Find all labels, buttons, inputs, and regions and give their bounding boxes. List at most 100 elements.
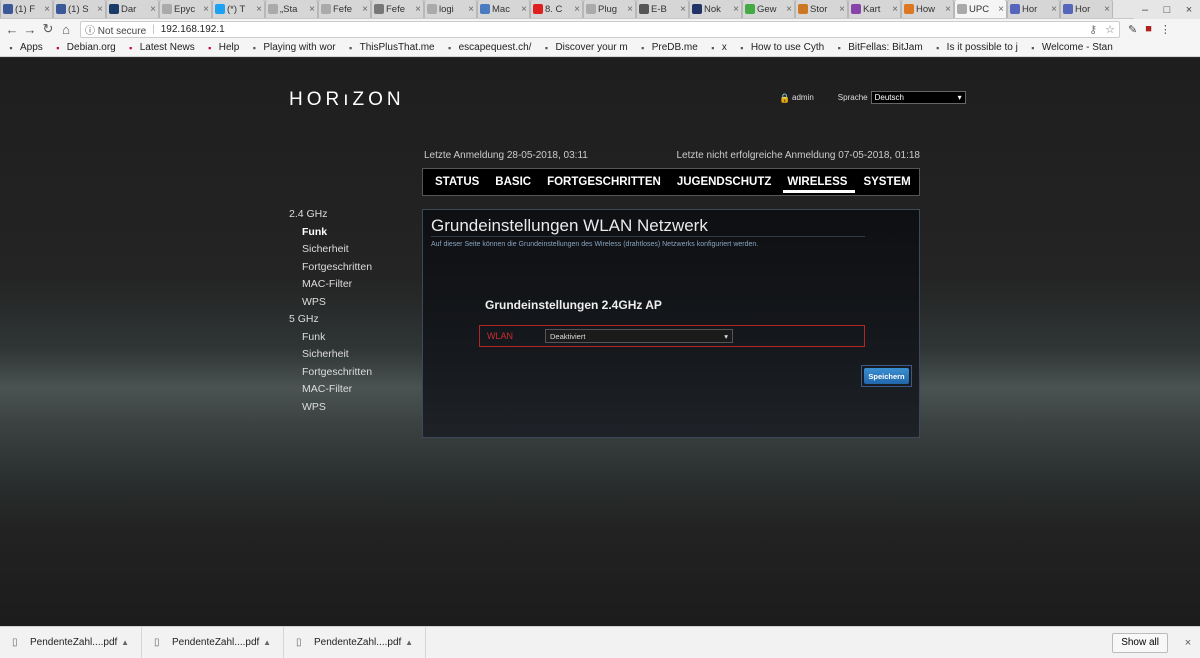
close-downloads-icon[interactable]: × [1176,637,1200,649]
tab-close-icon[interactable]: × [786,4,792,15]
browser-tab[interactable]: E-B × [636,0,689,18]
tab-close-icon[interactable]: × [468,4,474,15]
home-icon[interactable]: ⌂ [58,22,74,37]
tab-close-icon[interactable]: × [521,4,527,15]
tab-close-icon[interactable]: × [627,4,633,15]
tab-close-icon[interactable]: × [203,4,209,15]
save-button[interactable]: Speichern [864,368,909,384]
browser-tab[interactable]: (*) T × [212,0,265,18]
ublock-icon[interactable]: ■ [1145,23,1152,36]
key-icon[interactable]: ⚷ [1089,23,1097,36]
browser-tab[interactable]: UPC × [954,0,1007,18]
tab-close-icon[interactable]: × [839,4,845,15]
bookmark-item[interactable]: ▪ ThisPlusThat.me [346,42,435,53]
sidebar-item-funk[interactable]: Funk [289,224,372,242]
browser-tab[interactable]: Hor × [1060,0,1113,18]
bookmark-item[interactable]: ▪ Latest News [126,42,195,53]
nav-tab-basic[interactable]: BASIC [487,169,539,195]
download-item[interactable]: ▯ PendenteZahl....pdf ▲ [0,626,142,658]
nav-tab-fortgeschritten[interactable]: FORTGESCHRITTEN [539,169,669,195]
forward-icon[interactable]: → [22,22,38,37]
bookmark-item[interactable]: ▪ Is it possible to j [933,42,1018,53]
bookmark-item[interactable]: ▪ BitFellas: BitJam [834,42,923,53]
browser-tab[interactable]: Stor × [795,0,848,18]
tab-close-icon[interactable]: × [362,4,368,15]
tab-close-icon[interactable]: × [733,4,739,15]
tab-close-icon[interactable]: × [256,4,262,15]
browser-tab[interactable]: logi × [424,0,477,18]
browser-tab[interactable]: Nok × [689,0,742,18]
reload-icon[interactable]: ↻ [40,21,56,37]
sidebar-group-5ghz[interactable]: 5 GHz [289,311,372,329]
tab-close-icon[interactable]: × [97,4,103,15]
bookmark-item[interactable]: ▪ Discover your m [541,42,628,53]
bookmark-item[interactable]: ▪ PreDB.me [638,42,698,53]
tab-close-icon[interactable]: × [44,4,50,15]
extension-icon[interactable]: ✎ [1128,23,1137,36]
sidebar-group-2-4ghz[interactable]: 2.4 GHz [289,206,372,224]
download-item[interactable]: ▯ PendenteZahl....pdf ▲ [142,626,284,658]
chevron-up-icon[interactable]: ▲ [405,638,413,647]
menu-icon[interactable]: ⋮ [1160,23,1171,36]
back-icon[interactable]: ← [4,22,20,37]
browser-tab[interactable]: Fefe × [318,0,371,18]
wlan-select[interactable]: Deaktiviert ▾ [545,329,733,343]
sidebar-item-fortgeschritten[interactable]: Fortgeschritten [289,364,372,382]
bookmark-item[interactable]: ▪ How to use Cyth [737,42,824,53]
download-item[interactable]: ▯ PendenteZahl....pdf ▲ [284,626,426,658]
tab-close-icon[interactable]: × [574,4,580,15]
browser-tab[interactable]: (1) F × [0,0,53,18]
browser-tab[interactable]: Gew × [742,0,795,18]
sidebar-item-mac-filter[interactable]: MAC-Filter [289,276,372,294]
url-text[interactable]: 192.168.192.1 [161,24,225,35]
sidebar-item-wps[interactable]: WPS [289,399,372,417]
tab-close-icon[interactable]: × [892,4,898,15]
language-select[interactable]: Deutsch ▾ [870,91,966,104]
sidebar-item-mac-filter[interactable]: MAC-Filter [289,381,372,399]
tab-close-icon[interactable]: × [945,4,951,15]
bookmark-star-icon[interactable]: ☆ [1105,23,1115,36]
tab-close-icon[interactable]: × [1051,4,1057,15]
chevron-up-icon[interactable]: ▲ [263,638,271,647]
nav-tab-status[interactable]: STATUS [427,169,487,195]
browser-tab[interactable]: Dar × [106,0,159,18]
minimize-icon[interactable]: – [1134,4,1156,16]
tab-close-icon[interactable]: × [1104,4,1110,15]
browser-tab[interactable]: Hor × [1007,0,1060,18]
sidebar-item-fortgeschritten[interactable]: Fortgeschritten [289,259,372,277]
browser-tab[interactable]: Kart × [848,0,901,18]
tab-close-icon[interactable]: × [415,4,421,15]
browser-tab[interactable]: 8. C × [530,0,583,18]
nav-tab-system[interactable]: SYSTEM [855,169,918,195]
sidebar-item-wps[interactable]: WPS [289,294,372,312]
tab-close-icon[interactable]: × [680,4,686,15]
address-bar[interactable]: ⓘ Not secure | 192.168.192.1 ⚷ ☆ [80,20,1120,38]
nav-tab-jugendschutz[interactable]: JUGENDSCHUTZ [669,169,780,195]
sidebar-item-funk[interactable]: Funk [289,329,372,347]
browser-tab[interactable]: (1) S × [53,0,106,18]
bookmark-item[interactable]: ▪ Help [205,42,239,53]
tab-close-icon[interactable]: × [309,4,315,15]
browser-tab[interactable]: How × [901,0,954,18]
show-all-button[interactable]: Show all [1112,632,1168,653]
sidebar-item-sicherheit[interactable]: Sicherheit [289,241,372,259]
bookmark-item[interactable]: ▪ Playing with wor [249,42,336,53]
security-indicator[interactable]: ⓘ Not secure [85,22,146,37]
bookmark-item[interactable]: ▪ escapequest.ch/ [445,42,531,53]
bookmark-item[interactable]: ▪ x [708,42,727,53]
browser-tab[interactable]: Mac × [477,0,530,18]
bookmark-item[interactable]: ▪ Welcome - Stan [1028,42,1113,53]
browser-tab[interactable]: „Sta × [265,0,318,18]
bookmark-item[interactable]: ▪ Apps [6,42,42,53]
chevron-up-icon[interactable]: ▲ [121,638,129,647]
browser-tab[interactable]: Epyc × [159,0,212,18]
maximize-icon[interactable]: □ [1156,4,1178,16]
browser-tab[interactable]: Plug × [583,0,636,18]
browser-tab[interactable]: Fefe × [371,0,424,18]
tab-close-icon[interactable]: × [998,4,1004,15]
bookmark-item[interactable]: ▪ Debian.org [53,42,116,53]
sidebar-item-sicherheit[interactable]: Sicherheit [289,346,372,364]
tab-close-icon[interactable]: × [150,4,156,15]
nav-tab-wireless[interactable]: WIRELESS [779,169,856,195]
close-window-icon[interactable]: × [1178,4,1200,16]
